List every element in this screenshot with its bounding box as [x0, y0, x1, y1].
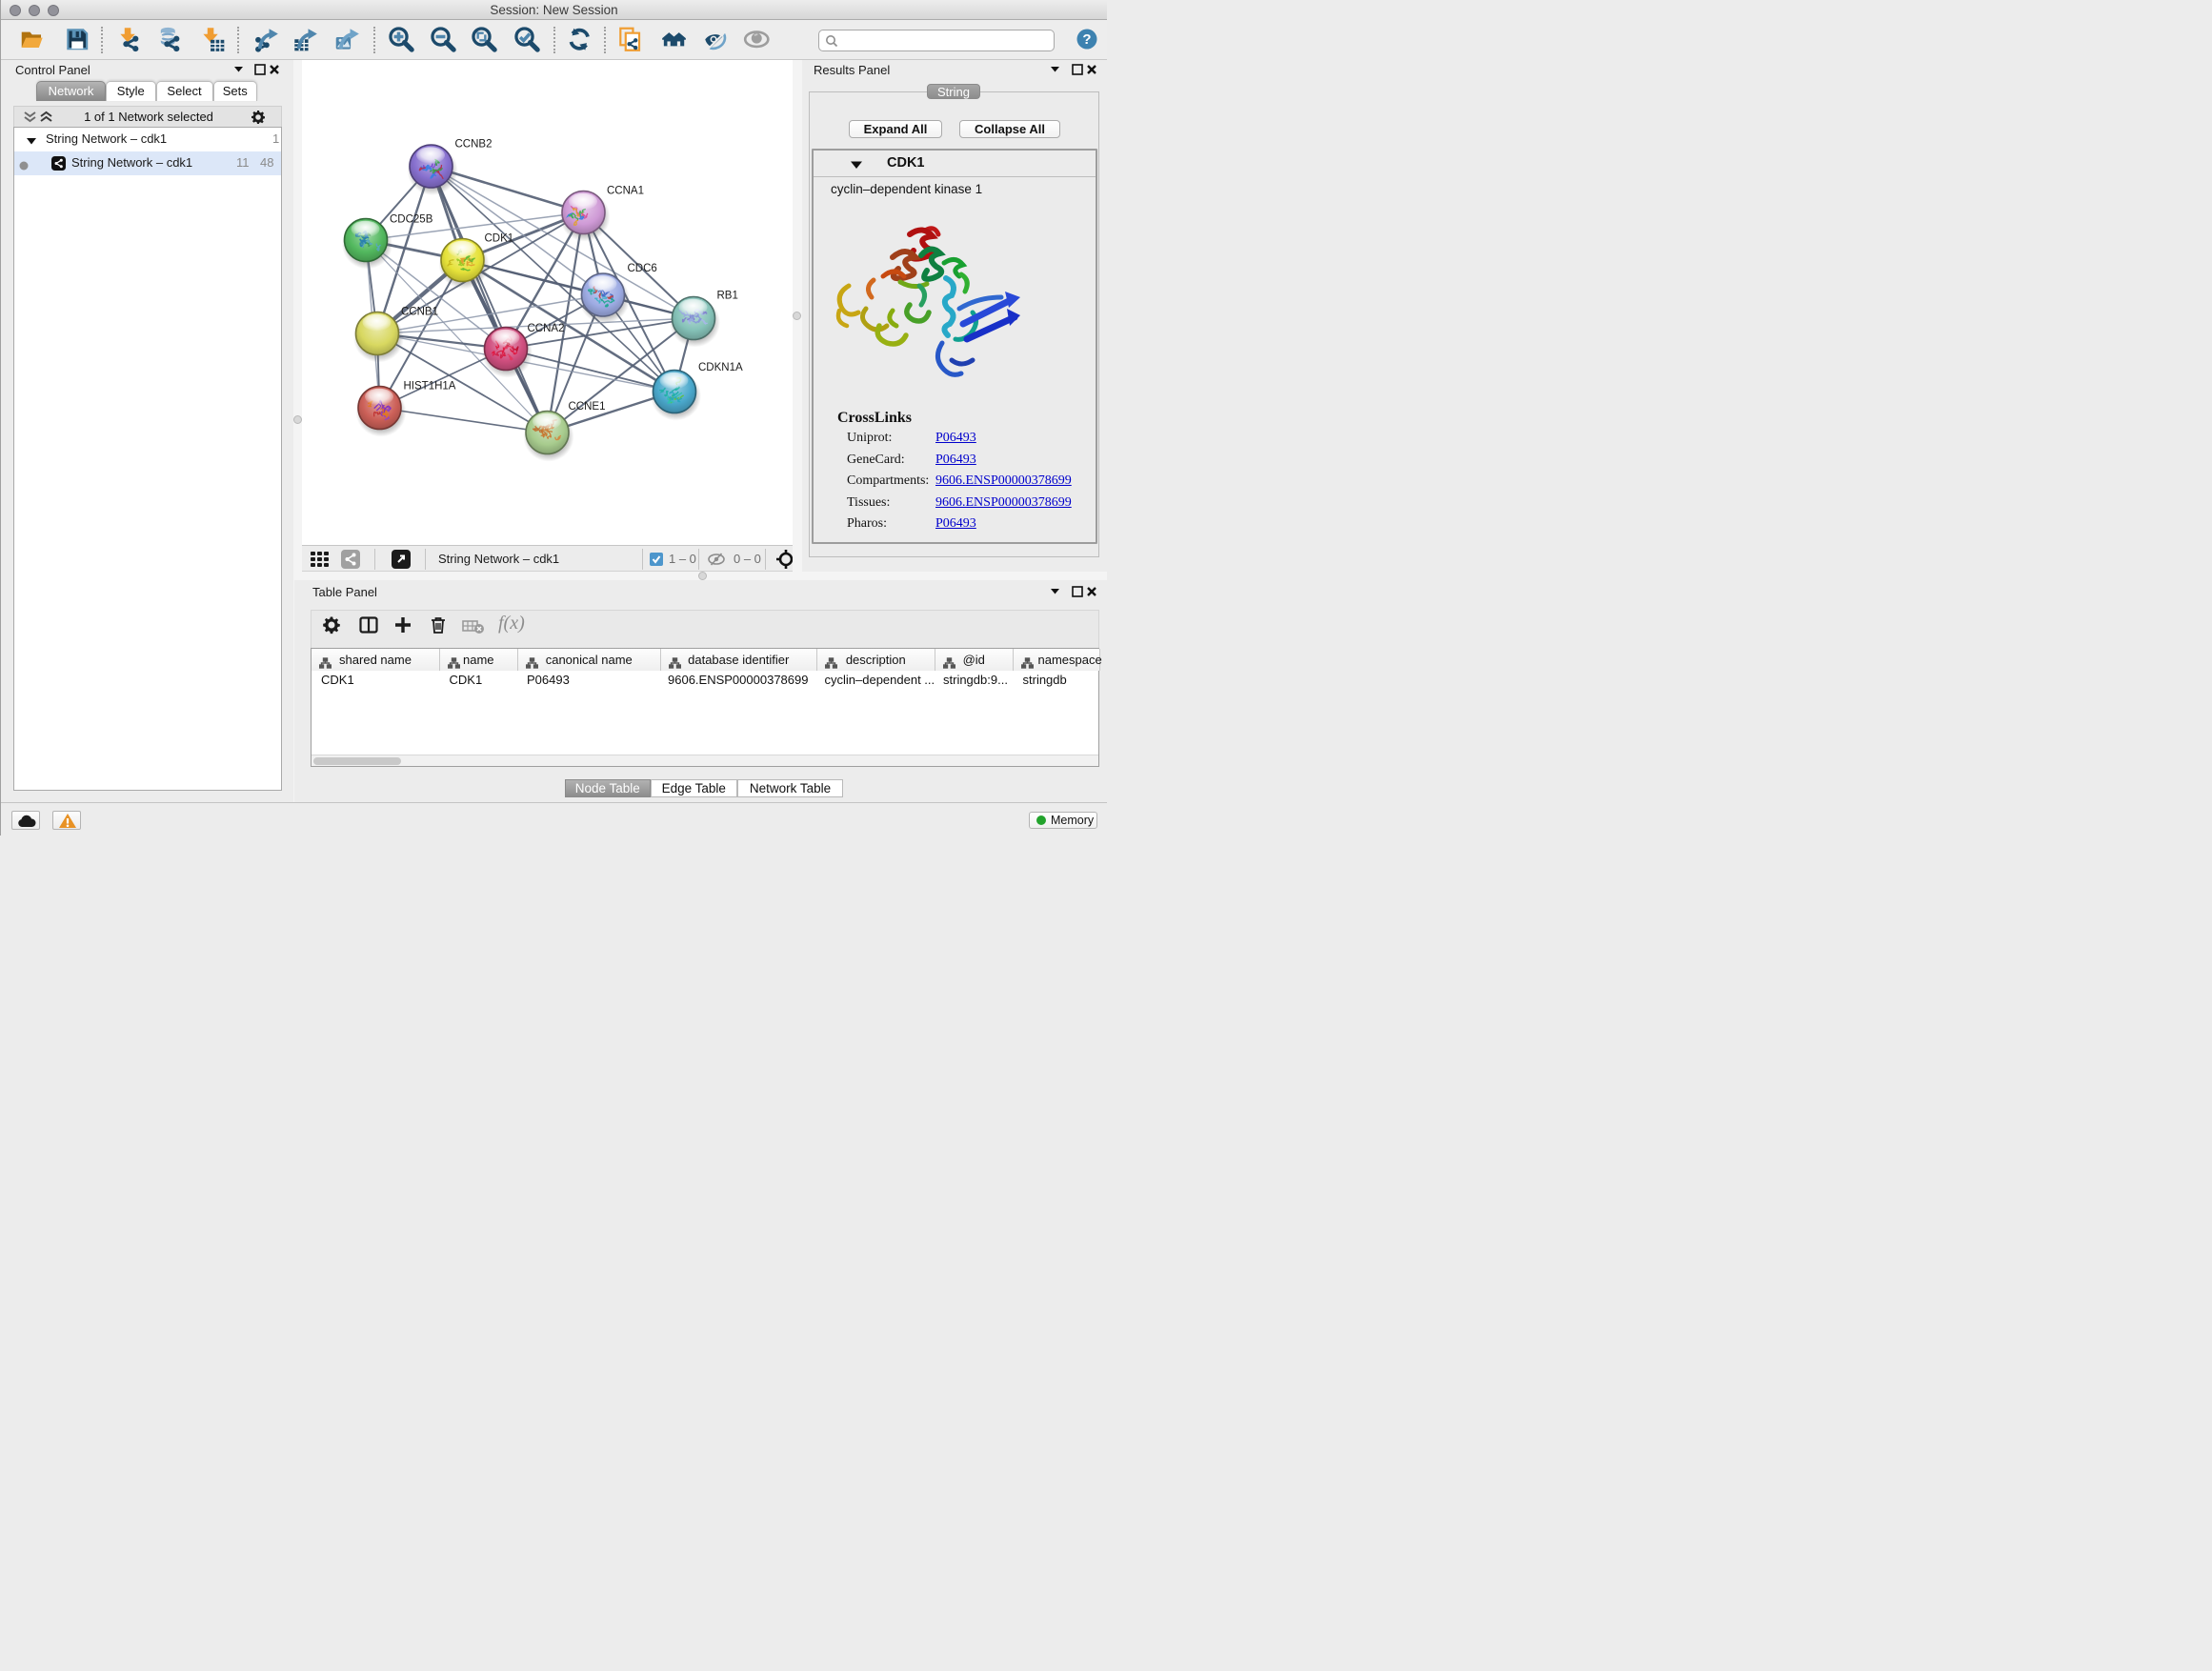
svg-text:CDK1: CDK1 [485, 233, 514, 245]
svg-text:CDC6: CDC6 [628, 263, 657, 274]
svg-text:CCNA1: CCNA1 [607, 186, 644, 197]
svg-text:CCNB1: CCNB1 [401, 307, 438, 318]
svg-text:CDKN1A: CDKN1A [698, 362, 743, 373]
svg-text:CCNA2: CCNA2 [528, 323, 565, 334]
svg-text:CCNB2: CCNB2 [455, 139, 493, 151]
svg-text:?: ? [1082, 31, 1091, 48]
svg-text:HIST1H1A: HIST1H1A [404, 381, 456, 393]
svg-text:CCNE1: CCNE1 [569, 401, 606, 413]
svg-text:CDC25B: CDC25B [390, 214, 433, 226]
svg-text:RB1: RB1 [717, 291, 738, 302]
